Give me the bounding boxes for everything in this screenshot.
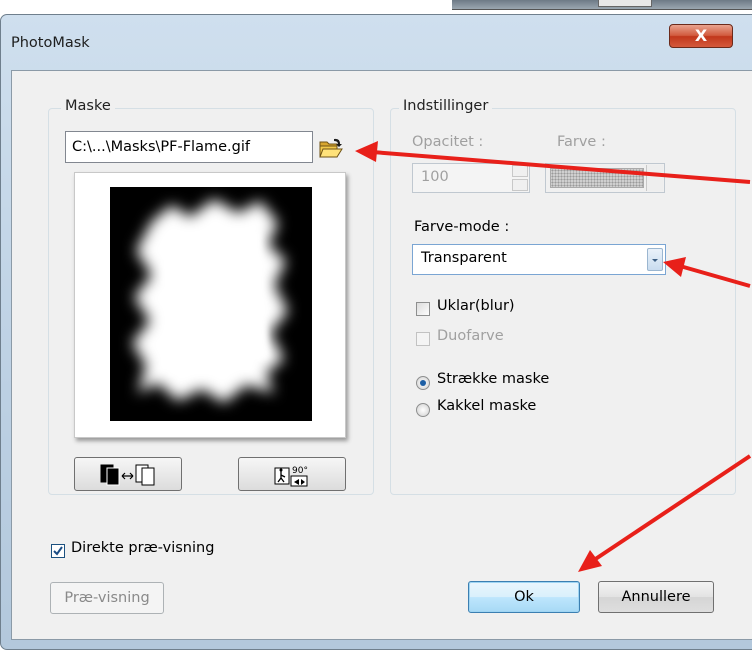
color-label: Farve : <box>557 134 606 150</box>
chevron-down-icon[interactable] <box>647 248 663 271</box>
duotone-label: Duofarve <box>437 328 504 344</box>
stretch-mask-radio[interactable] <box>416 376 430 390</box>
mask-path-field[interactable]: C:\...\Masks\PF-Flame.gif <box>65 131 313 163</box>
mask-preview <box>74 172 346 438</box>
title-bar[interactable]: PhotoMask X <box>1 15 752 71</box>
close-icon: X <box>694 26 708 45</box>
window-title: PhotoMask <box>11 35 90 51</box>
opacity-label: Opacitet : <box>412 134 484 150</box>
cancel-button[interactable]: Annullere <box>598 581 714 613</box>
tile-mask-radio[interactable] <box>416 403 430 417</box>
svg-text:90°: 90° <box>292 466 308 476</box>
duotone-checkbox[interactable] <box>416 332 430 346</box>
close-button[interactable]: X <box>669 24 733 48</box>
background-window-button <box>598 0 652 7</box>
opacity-value: 100 <box>421 169 449 185</box>
color-swatch <box>550 168 644 188</box>
opacity-up-arrow-icon[interactable] <box>512 165 528 177</box>
settings-group-label: Indstillinger <box>399 98 493 114</box>
blur-label: Uklar(blur) <box>437 298 515 314</box>
invert-mask-button[interactable] <box>74 457 182 491</box>
color-mode-label: Farve-mode : <box>414 219 510 235</box>
direct-preview-checkbox[interactable] <box>51 544 65 558</box>
color-picker[interactable] <box>545 163 665 193</box>
stretch-mask-label: Strække maske <box>437 371 550 387</box>
color-dropdown-arrow-icon[interactable] <box>646 165 663 191</box>
invert-mask-icon <box>100 464 155 486</box>
direct-preview-label: Direkte præ-visning <box>71 540 215 556</box>
opacity-down-arrow-icon[interactable] <box>512 179 528 191</box>
rotate-90-button[interactable]: 90° <box>238 457 346 491</box>
opacity-spinner[interactable]: 100 <box>412 163 530 193</box>
color-mode-select[interactable]: Transparent <box>412 244 666 275</box>
tile-mask-label: Kakkel maske <box>437 398 537 414</box>
mask-preview-image <box>110 187 312 421</box>
checkmark-icon <box>53 546 63 556</box>
ok-button[interactable]: Ok <box>468 581 580 613</box>
mask-group-label: Maske <box>61 98 115 114</box>
rotate-90-icon: 90° <box>274 466 308 487</box>
blur-checkbox[interactable] <box>416 302 430 316</box>
color-mode-value: Transparent <box>421 250 507 266</box>
open-folder-icon[interactable] <box>318 137 344 159</box>
preview-button[interactable]: Præ-visning <box>50 582 164 614</box>
